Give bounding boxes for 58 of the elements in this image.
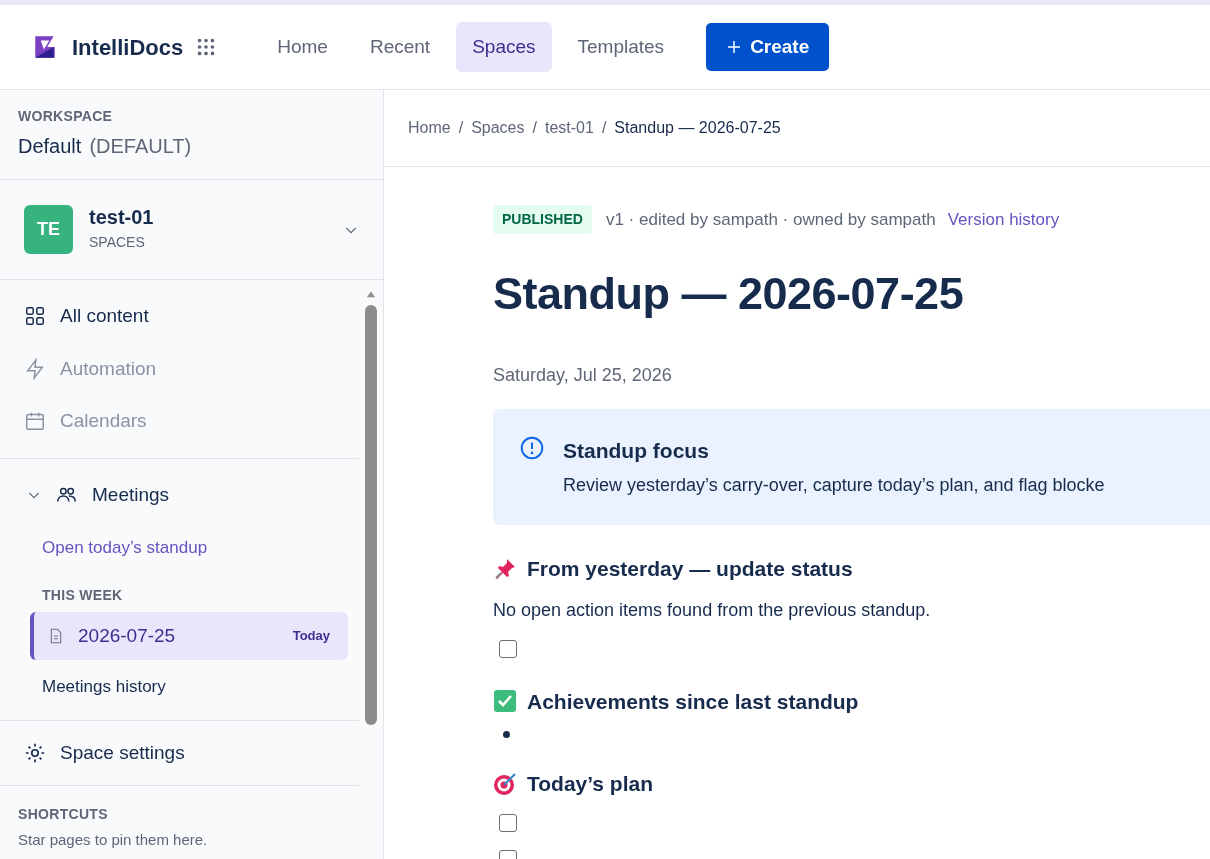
pin-icon	[493, 556, 517, 581]
section-title: Achievements since last standup	[527, 688, 859, 715]
checkbox[interactable]	[499, 639, 517, 658]
info-icon	[519, 434, 545, 461]
grid-icon	[24, 305, 46, 328]
section-heading: WORKSPACE	[18, 107, 114, 126]
create-button[interactable]: Create	[706, 22, 830, 72]
logo-icon	[32, 34, 58, 60]
breadcrumb-link[interactable]: Spaces	[471, 116, 525, 140]
sidebar-item[interactable]: All content	[0, 290, 359, 343]
breadcrumb-link[interactable]: test-01	[544, 116, 594, 140]
calendar-icon	[24, 410, 46, 433]
checkbox[interactable]	[499, 813, 517, 832]
page-title: Standup — 2026-07-25	[493, 267, 965, 321]
scroll-up-icon[interactable]	[365, 289, 377, 299]
page-date: 2026-07-25	[78, 623, 177, 648]
breadcrumb-current: Standup — 2026-07-25	[614, 118, 781, 138]
document-icon	[48, 626, 64, 645]
nav-tab[interactable]: Spaces	[456, 21, 552, 73]
breadcrumb-separator: /	[532, 118, 537, 138]
section-title: From yesterday — update status	[527, 556, 853, 582]
settings-item[interactable]: Space settings	[0, 726, 359, 779]
breadcrumb-separator: /	[458, 118, 464, 138]
lightning-icon	[24, 357, 46, 380]
nav-tab[interactable]: Templates	[561, 21, 681, 73]
space-avatar: TE	[24, 205, 73, 254]
today-label: Today	[292, 627, 330, 645]
page-date: Saturday, Jul 25, 2026	[493, 363, 673, 387]
nav-tab[interactable]: Recent	[353, 21, 447, 73]
space-name: test-01	[89, 206, 155, 228]
bullet-icon	[503, 731, 510, 738]
section-heading: THIS WEEK	[41, 585, 123, 605]
meeting-page-item[interactable]: 2026-07-25 Today	[30, 611, 348, 660]
plus-icon	[726, 39, 743, 55]
target-icon	[493, 771, 517, 796]
settings-icon	[24, 741, 46, 764]
section-heading: SHORTCUTS	[18, 805, 109, 824]
standup-link[interactable]: Open today’s standup	[0, 521, 208, 575]
scroll-thumb[interactable]	[365, 305, 377, 725]
workspace-name: Default	[18, 134, 82, 159]
section-text: No open action items found from the previous standup.	[493, 598, 932, 622]
workspace-tag: (DEFAULT)	[89, 131, 192, 161]
status-badge: PUBLISHED	[493, 205, 592, 234]
space-type: SPACES	[89, 233, 146, 252]
checkmark-icon	[493, 689, 517, 714]
shortcuts-hint: Star pages to pin them here.	[18, 830, 209, 850]
nav-tab[interactable]: Home	[261, 21, 344, 73]
page-meta: v1 · edited by sampath · owned by sampath	[605, 208, 936, 231]
version-history-link[interactable]: Version history	[947, 206, 1060, 233]
callout-title: Standup focus	[563, 437, 710, 464]
meetings-group[interactable]: Meetings	[0, 468, 359, 521]
callout-text: Review yesterday’s carry-over, capture today’s plan, and flag blocke	[563, 474, 1105, 497]
space-switcher[interactable]: TE test-01 SPACES	[0, 180, 383, 280]
history-link[interactable]: Meetings history	[0, 660, 166, 706]
breadcrumb-separator: /	[601, 118, 607, 138]
breadcrumb-link[interactable]: Home	[408, 116, 451, 140]
section-title: Today’s plan	[527, 771, 654, 797]
app-name: IntelliDocs	[72, 33, 184, 62]
